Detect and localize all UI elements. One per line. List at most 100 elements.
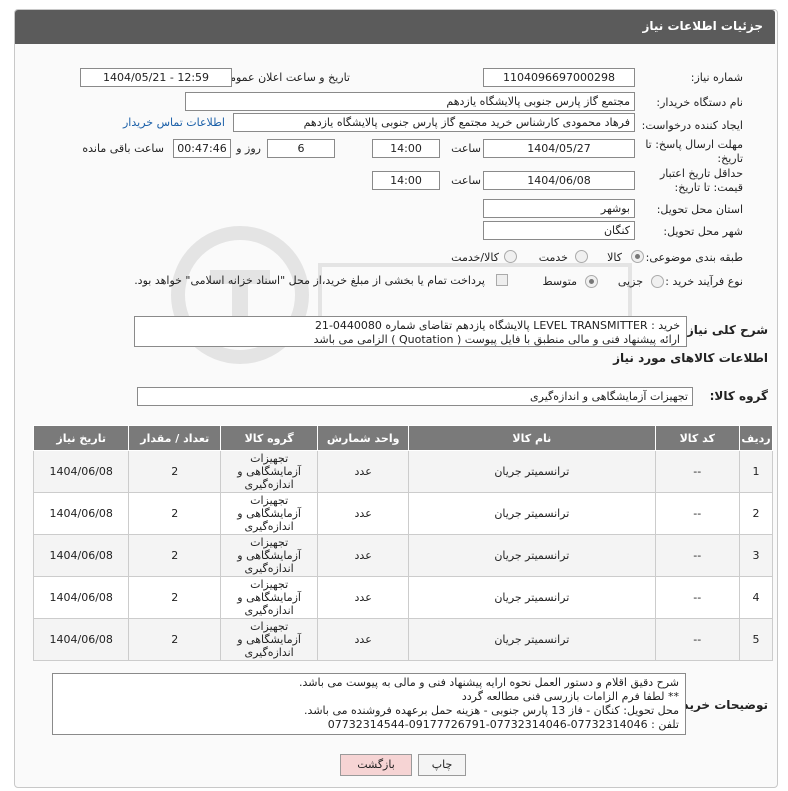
cell-unit: عدد bbox=[317, 492, 410, 535]
contact-info-link[interactable]: اطلاعات تماس خریدار bbox=[123, 116, 225, 129]
back-button[interactable]: بازگشت bbox=[340, 754, 412, 776]
description-label: شرح کلی نیاز: bbox=[682, 323, 768, 337]
goods-group-label: گروه کالا: bbox=[709, 389, 768, 403]
table-header-row: ردیف کد کالا نام کالا واحد شمارش گروه کا… bbox=[32, 425, 773, 451]
cell-index: 5 bbox=[739, 618, 773, 661]
deadline-time-field: 14:00 bbox=[372, 139, 440, 158]
cell-group: تجهیزات آزمایشگاهی و اندازه‌گیری bbox=[220, 534, 319, 577]
col-header-name: نام کالا bbox=[408, 425, 656, 451]
announce-label: تاریخ و ساعت اعلان عمومی: bbox=[217, 71, 350, 84]
buyer-notes-line-2: ** لطفا فرم الزامات بازرسی فنی مطالعه گر… bbox=[461, 690, 679, 703]
cell-date: 1404/06/08 bbox=[32, 618, 130, 661]
category-option-service: خدمت bbox=[538, 251, 568, 264]
buyer-notes-line-1: شرح دقیق اقلام و دستور العمل نحوه ارایه … bbox=[299, 676, 679, 689]
cell-date: 1404/06/08 bbox=[32, 450, 130, 493]
process-radio-minor[interactable] bbox=[651, 275, 664, 288]
cell-qty: 2 bbox=[128, 576, 222, 619]
process-label: نوع فرآیند خرید : bbox=[665, 275, 743, 288]
need-number-label: شماره نیاز: bbox=[690, 71, 743, 84]
cell-unit: عدد bbox=[317, 450, 410, 493]
table-row: 5 -- ترانسمیتر جریان عدد تجهیزات آزمایشگ… bbox=[32, 618, 773, 661]
category-option-goods: کالا bbox=[607, 251, 622, 264]
category-label: طبقه بندی موضوعی: bbox=[645, 251, 743, 264]
days-field: 6 bbox=[267, 139, 335, 158]
cell-code: -- bbox=[654, 492, 741, 535]
cell-code: -- bbox=[654, 450, 741, 493]
cell-qty: 2 bbox=[128, 618, 222, 661]
description-line-1: خرید : LEVEL TRANSMITTER پالایشگاه یازده… bbox=[314, 319, 680, 332]
process-option-minor: جزیی bbox=[617, 275, 643, 288]
category-radio-service[interactable] bbox=[575, 250, 588, 263]
process-option-medium: متوسط bbox=[542, 275, 577, 288]
buyer-notes-textarea: شرح دقیق اقلام و دستور العمل نحوه ارایه … bbox=[52, 673, 686, 735]
payment-note: پرداخت تمام یا بخشی از مبلغ خرید،از محل … bbox=[134, 274, 485, 287]
cell-group: تجهیزات آزمایشگاهی و اندازه‌گیری bbox=[220, 450, 319, 493]
city-label: شهر محل تحویل: bbox=[663, 225, 743, 238]
cell-date: 1404/06/08 bbox=[32, 576, 130, 619]
cell-name: ترانسمیتر جریان bbox=[408, 492, 656, 535]
col-header-index: ردیف bbox=[739, 425, 773, 451]
goods-table: ردیف کد کالا نام کالا واحد شمارش گروه کا… bbox=[32, 425, 773, 661]
cell-name: ترانسمیتر جریان bbox=[408, 450, 656, 493]
validity-time-label: ساعت bbox=[451, 174, 481, 187]
cell-group: تجهیزات آزمایشگاهی و اندازه‌گیری bbox=[220, 618, 319, 661]
description-line-2: ارائه پیشنهاد فنی و مالی منطبق با فایل پ… bbox=[313, 333, 680, 346]
remaining-time-field: 00:47:46 bbox=[173, 139, 231, 158]
table-row: 3 -- ترانسمیتر جریان عدد تجهیزات آزمایشگ… bbox=[32, 534, 773, 577]
table-row: 2 -- ترانسمیتر جریان عدد تجهیزات آزمایشگ… bbox=[32, 492, 773, 535]
cell-name: ترانسمیتر جریان bbox=[408, 618, 656, 661]
buyer-org-field: مجتمع گاز پارس جنوبی پالایشگاه یازدهم bbox=[185, 92, 635, 111]
cell-unit: عدد bbox=[317, 618, 410, 661]
cell-name: ترانسمیتر جریان bbox=[408, 534, 656, 577]
cell-group: تجهیزات آزمایشگاهی و اندازه‌گیری bbox=[220, 576, 319, 619]
category-radio-goods-service[interactable] bbox=[504, 250, 517, 263]
cell-code: -- bbox=[654, 534, 741, 577]
process-radio-medium[interactable] bbox=[585, 275, 598, 288]
table-row: 1 -- ترانسمیتر جریان عدد تجهیزات آزمایشگ… bbox=[32, 450, 773, 493]
col-header-unit: واحد شمارش bbox=[317, 425, 410, 451]
cell-group: تجهیزات آزمایشگاهی و اندازه‌گیری bbox=[220, 492, 319, 535]
cell-index: 1 bbox=[739, 450, 773, 493]
buyer-notes-line-3: محل تحویل: کنگان - فاز 13 پارس جنوبی - ه… bbox=[304, 704, 679, 717]
category-option-goods-service: کالا/خدمت bbox=[451, 251, 499, 264]
goods-section-title: اطلاعات کالاهای مورد نیاز bbox=[613, 351, 768, 365]
announce-field: 1404/05/21 - 12:59 bbox=[80, 68, 232, 87]
cell-code: -- bbox=[654, 576, 741, 619]
deadline-label: مهلت ارسال پاسخ: تا تاریخ: bbox=[645, 138, 743, 165]
cell-qty: 2 bbox=[128, 450, 222, 493]
deadline-date-field: 1404/05/27 bbox=[483, 139, 635, 158]
buyer-org-label: نام دستگاه خریدار: bbox=[656, 96, 743, 109]
cell-index: 3 bbox=[739, 534, 773, 577]
remaining-label: ساعت باقی مانده bbox=[82, 142, 164, 155]
cell-qty: 2 bbox=[128, 534, 222, 577]
page-title: جزئیات اطلاعات نیاز bbox=[642, 19, 763, 33]
buyer-notes-line-4: تلفن : 07732314046-07732314046-091777267… bbox=[327, 718, 679, 731]
col-header-date: تاریخ نیاز bbox=[32, 425, 130, 451]
description-textarea: خرید : LEVEL TRANSMITTER پالایشگاه یازده… bbox=[134, 316, 687, 347]
col-header-group: گروه کالا bbox=[220, 425, 319, 451]
treasury-checkbox[interactable] bbox=[496, 274, 508, 286]
cell-index: 2 bbox=[739, 492, 773, 535]
days-label: روز و bbox=[236, 142, 261, 155]
col-header-code: کد کالا bbox=[654, 425, 741, 451]
cell-code: -- bbox=[654, 618, 741, 661]
header-bar: جزئیات اطلاعات نیاز bbox=[15, 10, 775, 44]
cell-name: ترانسمیتر جریان bbox=[408, 576, 656, 619]
cell-date: 1404/06/08 bbox=[32, 492, 130, 535]
cell-unit: عدد bbox=[317, 576, 410, 619]
print-button[interactable]: چاپ bbox=[418, 754, 466, 776]
need-number-field: 1104096697000298 bbox=[483, 68, 635, 87]
validity-date-field: 1404/06/08 bbox=[483, 171, 635, 190]
province-label: استان محل تحویل: bbox=[656, 203, 743, 216]
requester-field: فرهاد محمودی کارشناس خرید مجتمع گاز پارس… bbox=[233, 113, 635, 132]
province-field: بوشهر bbox=[483, 199, 635, 218]
validity-label: حداقل تاریخ اعتبار قیمت: تا تاریخ: bbox=[659, 167, 743, 194]
cell-unit: عدد bbox=[317, 534, 410, 577]
validity-time-field: 14:00 bbox=[372, 171, 440, 190]
col-header-qty: تعداد / مقدار bbox=[128, 425, 222, 451]
table-row: 4 -- ترانسمیتر جریان عدد تجهیزات آزمایشگ… bbox=[32, 576, 773, 619]
category-radio-goods[interactable] bbox=[631, 250, 644, 263]
goods-group-field: تجهیزات آزمایشگاهی و اندازه‌گیری bbox=[137, 387, 693, 406]
cell-qty: 2 bbox=[128, 492, 222, 535]
requester-label: ایجاد کننده درخواست: bbox=[641, 119, 743, 132]
